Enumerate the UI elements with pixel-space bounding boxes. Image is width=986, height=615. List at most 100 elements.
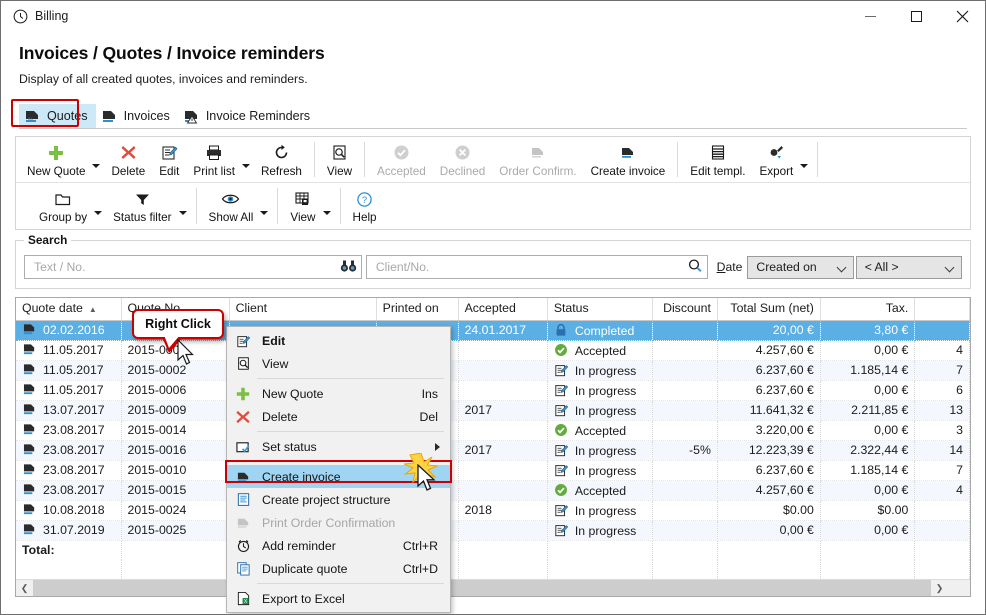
quote-doc-icon <box>22 383 38 396</box>
menu-item-add-reminder[interactable]: Add reminderCtrl+R <box>227 534 450 557</box>
toolbar-delete[interactable]: Delete <box>104 137 152 182</box>
col-status-label: Status <box>554 301 589 315</box>
toolbar-view-settings-caret[interactable] <box>323 183 335 229</box>
scrollbar-thumb[interactable] <box>33 580 931 597</box>
menu-item-create-project-structure[interactable]: Create project structure <box>227 488 450 511</box>
toolbar-group-by[interactable]: Group by <box>32 183 94 229</box>
menu-item-create-invoice[interactable]: Create invoice <box>227 465 450 488</box>
toolbar-declined-label: Declined <box>440 165 485 178</box>
col-status[interactable]: Status <box>547 298 652 320</box>
tab-invoices-label: Invoices <box>124 109 170 123</box>
date-range-select[interactable]: < All > <box>856 256 962 279</box>
cell-quote-no: 2015-0014 <box>121 420 229 440</box>
tab-quotes[interactable]: % Quotes <box>19 104 96 128</box>
toolbar-edit[interactable]: Edit <box>152 137 186 182</box>
table-row[interactable]: 11.05.20172015-0006In progress6.237,60 €… <box>16 380 970 400</box>
minimize-button[interactable] <box>847 1 893 31</box>
quote-doc-icon <box>22 463 38 476</box>
toolbar-edit-templ-label: Edit templ. <box>690 165 745 178</box>
table-row[interactable]: 11.05.20172015-0002In progress6.237,60 €… <box>16 360 970 380</box>
cell-accepted: 24.01.2017 <box>458 320 547 340</box>
toolbar-export[interactable]: Export <box>753 137 801 182</box>
tab-invoices[interactable]: Invoices <box>96 104 178 128</box>
quote-doc-icon <box>22 483 38 496</box>
toolbar-new-quote-caret[interactable] <box>92 137 104 182</box>
table-row[interactable]: 13.07.20172015-00092017In progress11.641… <box>16 400 970 420</box>
menu-item-edit[interactable]: Edit <box>227 329 450 352</box>
tab-invoice-reminders[interactable]: Invoice Reminders <box>178 104 318 128</box>
maximize-button[interactable] <box>893 1 939 31</box>
cell-gross: 4 <box>915 340 970 360</box>
plus-icon <box>231 385 255 403</box>
toolbar-print-list-caret[interactable] <box>242 137 254 182</box>
funnel-icon <box>134 189 151 209</box>
cell-tax-text: 2.211,85 € <box>851 403 908 417</box>
right-click-callout: Right Click <box>132 309 224 339</box>
toolbar-show-all[interactable]: Show All <box>202 183 261 229</box>
toolbar-print-list[interactable]: Print list <box>186 137 242 182</box>
menu-item-export-to-excel[interactable]: XExport to Excel <box>227 587 450 610</box>
table-row[interactable]: 23.08.20172015-0010In progress6.237,60 €… <box>16 460 970 480</box>
col-quote-date[interactable]: Quote date▲ <box>16 298 121 320</box>
toolbar-order-confirm: Order Confirm. <box>492 137 583 182</box>
client-search-input[interactable] <box>374 259 687 275</box>
toolbar-refresh[interactable]: Refresh <box>254 137 309 182</box>
toolbar-new-quote[interactable]: New Quote <box>20 137 92 182</box>
sort-ascending-icon: ▲ <box>89 305 97 314</box>
col-tax[interactable]: Tax. <box>820 298 915 320</box>
search-text-field[interactable] <box>24 255 362 279</box>
toolbar-view-settings[interactable]: View <box>283 183 322 229</box>
empty-cell <box>652 560 717 580</box>
table-row[interactable]: 31.07.20192015-0025In progress0,00 €0,00… <box>16 520 970 540</box>
create-invoice-icon <box>231 468 255 486</box>
col-discount[interactable]: Discount <box>652 298 717 320</box>
menu-item-label: Add reminder <box>255 539 403 553</box>
binoculars-icon[interactable] <box>340 259 357 276</box>
toolbar-show-all-caret[interactable] <box>260 183 272 229</box>
search-panel: Search <box>15 240 971 289</box>
scroll-left-button[interactable]: ❮ <box>16 580 33 597</box>
col-printed-on[interactable]: Printed on <box>376 298 458 320</box>
quotes-grid[interactable]: Quote date▲ Quote No. Client Printed on … <box>15 297 971 597</box>
cell-gross-text: 3 <box>956 423 963 437</box>
table-row[interactable]: 10.08.20182015-00242018In progress$0.00$… <box>16 500 970 520</box>
cell-gross: 4 <box>915 480 970 500</box>
toolbar-view[interactable]: View <box>320 137 359 182</box>
cell-discount <box>652 500 717 520</box>
menu-item-view[interactable]: View <box>227 352 450 375</box>
menu-item-duplicate-quote[interactable]: Duplicate quoteCtrl+D <box>227 557 450 580</box>
toolbar-edit-templ[interactable]: Edit templ. <box>683 137 752 182</box>
horizontal-scrollbar[interactable]: ❮ ❯ <box>16 579 970 596</box>
magnifier-icon[interactable] <box>687 258 703 276</box>
search-input[interactable] <box>32 259 340 275</box>
table-row[interactable]: 23.08.20172015-0015Accepted4.257,60 €0,0… <box>16 480 970 500</box>
toolbar-group-by-caret[interactable] <box>94 183 106 229</box>
col-accepted[interactable]: Accepted <box>458 298 547 320</box>
context-menu[interactable]: EditView New QuoteInsDeleteDel Set status C… <box>226 326 451 613</box>
table-row[interactable]: 11.05.20172015-000811.05.2017Accepted4.2… <box>16 340 970 360</box>
menu-item-new-quote[interactable]: New QuoteIns <box>227 382 450 405</box>
menu-item-set-status[interactable]: Set status <box>227 435 450 458</box>
cell-total-net: 20,00 € <box>717 320 820 340</box>
scroll-right-button[interactable]: ❯ <box>931 580 948 597</box>
col-total-net[interactable]: Total Sum (net) <box>717 298 820 320</box>
cell-quote-date: 10.08.2018 <box>16 500 121 520</box>
cell-quote-date-text: 13.07.2017 <box>43 403 105 417</box>
toolbar-status-filter-caret[interactable] <box>179 183 191 229</box>
table-row[interactable]: 23.08.20172015-00162017In progress-5%12.… <box>16 440 970 460</box>
close-button[interactable] <box>939 1 985 31</box>
table-row[interactable]: 23.08.20172015-0014Accepted3.220,00 €0,0… <box>16 420 970 440</box>
date-field-select[interactable]: Created on <box>747 256 853 279</box>
cell-total-net-text: 4.257,60 € <box>756 343 814 357</box>
menu-item-delete[interactable]: DeleteDel <box>227 405 450 428</box>
green-check-icon <box>554 483 570 496</box>
col-gross[interactable] <box>915 298 970 320</box>
toolbar-create-invoice[interactable]: Create invoice <box>584 137 673 182</box>
col-client[interactable]: Client <box>229 298 376 320</box>
toolbar-export-caret[interactable] <box>800 137 812 182</box>
alarm-clock-icon <box>231 537 255 555</box>
toolbar-status-filter[interactable]: Status filter <box>106 183 178 229</box>
toolbar-help[interactable]: ? Help <box>346 183 384 229</box>
search-client-field[interactable] <box>366 255 708 279</box>
cell-quote-date-text: 23.08.2017 <box>43 463 105 477</box>
